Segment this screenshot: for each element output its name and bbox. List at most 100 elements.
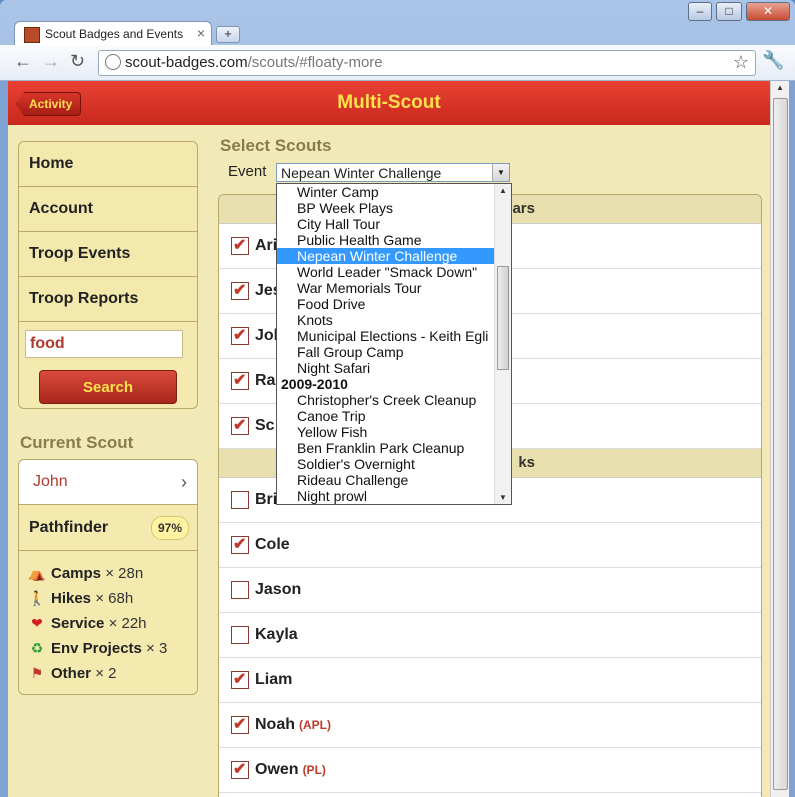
dropdown-option[interactable]: Canoe Trip [277,408,511,424]
event-select[interactable]: Nepean Winter Challenge ▼ [276,163,510,182]
scout-checkbox[interactable] [231,669,249,689]
dropdown-option[interactable]: Winter Camp [277,184,511,200]
stat-label: Service [51,615,105,632]
search-input[interactable] [25,330,183,358]
scout-checkbox[interactable] [231,714,249,734]
dropdown-option[interactable]: Public Health Game [277,232,511,248]
rank-progress-badge: 97% [150,516,189,540]
scroll-up-icon[interactable]: ▲ [776,83,784,92]
scout-row[interactable]: Kayla [219,613,761,658]
stat-hikes: 🚶 Hikes × 68h [27,586,197,611]
stat-label: Env Projects [51,640,142,657]
dropdown-option[interactable]: Food Drive [277,296,511,312]
scout-row[interactable]: Jason [219,568,761,613]
dropdown-option[interactable]: Night prowl [277,488,511,504]
scout-checkbox[interactable] [231,534,249,554]
scout-row-name: Cole [255,536,290,553]
scout-row[interactable]: Noah(APL) [219,703,761,748]
new-tab-button[interactable]: + [216,26,240,43]
scout-row-name: Noah (APL) [255,716,331,733]
reload-icon[interactable]: ↻ [70,51,85,72]
back-arrow-icon[interactable]: ← [14,51,32,72]
event-label: Event [228,163,267,180]
forward-arrow-icon[interactable]: → [42,51,60,72]
select-scouts-heading: Select Scouts [220,136,332,155]
dropdown-option[interactable]: Christopher's Creek Cleanup [277,392,511,408]
scout-name-label: John [33,473,68,490]
tab-close-icon[interactable]: × [197,25,205,41]
dropdown-option[interactable]: Soldier's Overnight [277,456,511,472]
rank-row: Pathfinder 97% [19,505,197,551]
scout-checkbox[interactable] [231,581,249,599]
scout-row-name: Sc [255,417,275,434]
browser-toolbar: ← → ↻ scout-badges.com/scouts/#floaty-mo… [0,45,795,81]
dropdown-option[interactable]: Municipal Elections - Keith Egli [277,328,511,344]
dropdown-option[interactable]: Nepean Winter Challenge [277,248,511,264]
wrench-icon[interactable]: 🔧 [762,50,784,71]
scout-row[interactable]: Cole [219,523,761,568]
dropdown-option[interactable]: Fall Group Camp [277,344,511,360]
dropdown-option[interactable]: Yellow Fish [277,424,511,440]
scout-row[interactable]: Owen(PL) [219,748,761,793]
chevron-right-icon: › [181,472,187,492]
scout-row-name: Liam [255,671,293,688]
window-close-button[interactable]: ✕ [746,2,790,21]
chevron-down-icon[interactable]: ▼ [492,164,509,181]
maximize-button[interactable]: □ [716,2,742,21]
dropdown-group-label: 2009-2010 [281,376,348,392]
sidebar-item-troop-reports[interactable]: Troop Reports [19,277,197,322]
scout-checkbox[interactable] [231,415,249,435]
sidebar-search: Search [19,322,197,408]
sidebar-item-troop-events[interactable]: Troop Events [19,232,197,277]
dropdown-option[interactable]: Night Safari [277,360,511,376]
favicon-icon [24,27,40,43]
scout-row-name: Owen (PL) [255,761,326,778]
scout-row-name: Ra [255,372,276,389]
page-scrollbar[interactable]: ▲ [770,81,789,797]
scrollbar-thumb[interactable] [773,98,788,790]
browser-tab[interactable]: Scout Badges and Events × [14,21,212,46]
event-dropdown-list[interactable]: Winter Camp BP Week Plays City Hall Tour Pu… [276,183,512,505]
scout-checkbox[interactable] [231,325,249,345]
scout-row[interactable]: Liam [219,658,761,703]
stat-service: ❤ Service × 22h [27,611,197,636]
url-text: scout-badges.com/scouts/#floaty-more [125,54,383,71]
bookmark-star-icon[interactable]: ☆ [733,52,749,73]
address-bar[interactable]: scout-badges.com/scouts/#floaty-more ☆ [98,50,756,76]
dropdown-option[interactable]: Ben Franklin Park Cleanup [277,440,511,456]
sidebar: Home Account Troop Events Troop Reports … [18,141,198,409]
scout-row-name: Ari [255,237,278,254]
dropdown-scroll-down-icon[interactable]: ▼ [499,493,507,502]
stat-label: Other [51,665,92,682]
sidebar-item-home[interactable]: Home [19,142,197,187]
globe-icon [105,54,121,70]
stat-label: Camps [51,565,102,582]
dropdown-option[interactable]: Knots [277,312,511,328]
scout-checkbox[interactable] [231,370,249,390]
tab-title: Scout Badges and Events [45,27,184,41]
scout-checkbox[interactable] [231,280,249,300]
rank-label: Pathfinder [29,519,109,536]
stat-value: × 3 [146,640,168,657]
scout-checkbox[interactable] [231,759,249,779]
dropdown-scroll-up-icon[interactable]: ▲ [499,186,507,195]
dropdown-option[interactable]: World Leader "Smack Down" [277,264,511,280]
dropdown-scrollbar[interactable]: ▲ ▼ [494,184,511,504]
scout-checkbox[interactable] [231,626,249,644]
dropdown-option[interactable]: War Memorials Tour [277,280,511,296]
current-scout-card: John › Pathfinder 97% ⛺ Camps × 28n 🚶 Hikes… [18,459,198,695]
minimize-button[interactable]: – [688,2,712,21]
app-title: Multi-Scout [337,92,441,113]
dropdown-scroll-thumb[interactable] [497,266,509,370]
search-button[interactable]: Search [39,370,177,404]
current-scout-name[interactable]: John › [19,460,197,505]
dropdown-option[interactable]: BP Week Plays [277,200,511,216]
scout-checkbox[interactable] [231,491,249,509]
scout-checkbox[interactable] [231,235,249,255]
dropdown-option[interactable]: City Hall Tour [277,216,511,232]
recycle-icon: ♻ [30,640,44,656]
dropdown-option[interactable]: Rideau Challenge [277,472,511,488]
stat-env-projects: ♻ Env Projects × 3 [27,636,197,661]
current-scout-heading: Current Scout [20,433,134,452]
sidebar-item-account[interactable]: Account [19,187,197,232]
